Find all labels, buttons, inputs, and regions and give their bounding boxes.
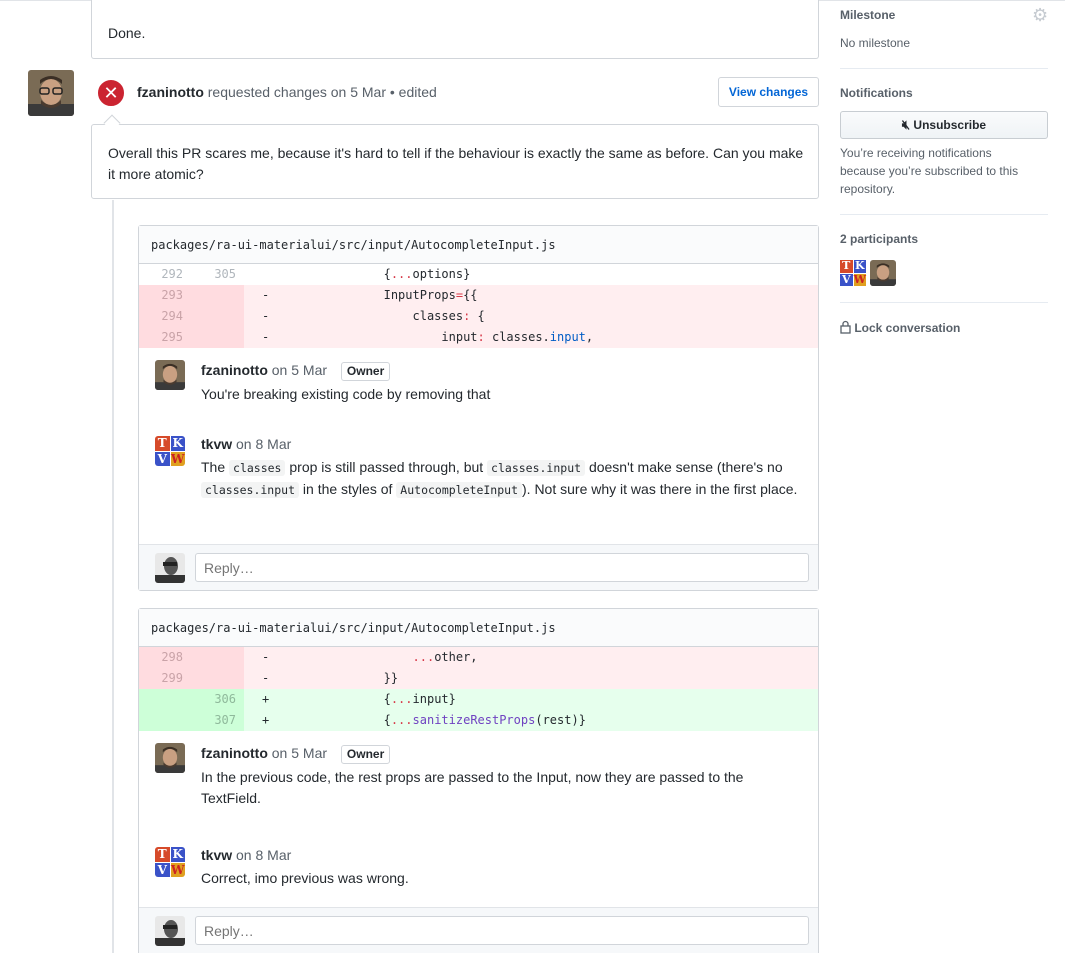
participants-title: 2 participants	[840, 232, 919, 246]
participant-avatar-tkvw[interactable]: TKVW	[840, 260, 866, 286]
lock-conversation-link[interactable]: Lock conversation	[840, 320, 960, 335]
view-changes-button[interactable]: View changes	[718, 77, 819, 107]
reply-bar	[139, 907, 818, 953]
notifications-text: You’re receiving notifications because y…	[840, 146, 1019, 196]
review-author[interactable]: fzaninotto	[137, 84, 204, 100]
diff-table: 292 305 {...options} 293- InputProps={{ 2…	[139, 264, 818, 348]
notifications-title: Notifications	[840, 86, 913, 100]
inline-comment: fzaninotto on 5 Mar Owner In the previou…	[139, 743, 818, 845]
milestone-title: Milestone	[840, 8, 896, 22]
avatar-fzaninotto[interactable]	[155, 360, 185, 390]
sidebar-divider	[840, 214, 1048, 215]
avatar-tkvw[interactable]: TKVW	[155, 436, 185, 466]
sidebar-divider	[840, 302, 1048, 303]
avatar-tkvw[interactable]: TKVW	[155, 847, 185, 877]
diff-row: 292 305 {...options}	[139, 264, 818, 285]
unsubscribe-button[interactable]: 🔇︎ Unsubscribe	[840, 111, 1048, 139]
reply-input[interactable]	[195, 553, 809, 582]
file-path[interactable]: packages/ra-ui-materialui/src/input/Auto…	[139, 609, 818, 647]
inline-comment: TKVW tkvw on 8 Mar Correct, imo previous…	[139, 845, 818, 915]
diff-code: {...options}	[268, 267, 471, 281]
review-file-2: packages/ra-ui-materialui/src/input/Auto…	[138, 608, 819, 953]
diff-row: 294- classes: {	[139, 306, 818, 327]
diff-row: 307 + {...sanitizeRestProps(rest)}	[139, 710, 818, 731]
diff-row: 298- ...other,	[139, 647, 818, 668]
sidebar-divider	[840, 68, 1048, 69]
inline-comment: fzaninotto on 5 Mar Owner You're breakin…	[139, 360, 818, 434]
diff-code: InputProps={{	[268, 288, 478, 302]
inline-comment: TKVW tkvw on 8 Mar The classes prop is s…	[139, 434, 818, 541]
reply-input[interactable]	[195, 916, 809, 945]
diff-row: 299- }}	[139, 668, 818, 689]
review-file-1: packages/ra-ui-materialui/src/input/Auto…	[138, 225, 819, 591]
comment-author[interactable]: tkvw	[201, 847, 232, 863]
diff-row: 293- InputProps={{	[139, 285, 818, 306]
timeline-line	[112, 200, 114, 953]
comment-body: Correct, imo previous was wrong.	[201, 870, 409, 886]
diff-row: 295- input: classes.input,	[139, 327, 818, 348]
diff-code: classes: {	[268, 309, 485, 323]
previous-comment-text: Done.	[108, 25, 146, 41]
comment-body: In the previous code, the rest props are…	[201, 769, 744, 806]
x-icon: ✕	[96, 78, 126, 108]
comment-date[interactable]: on 5 Mar	[272, 745, 327, 761]
comment-body: You're breaking existing code by removin…	[201, 386, 491, 402]
diff-row: 306 + {...input}	[139, 689, 818, 710]
diff-table: 298- ...other, 299- }} 306 + {...input} 3…	[139, 647, 818, 731]
avatar-current-user	[155, 916, 185, 946]
diff-code: {...sanitizeRestProps(rest)}	[268, 713, 586, 727]
diff-code: {...input}	[268, 692, 456, 706]
review-header: fzaninotto requested changes on 5 Mar • …	[137, 84, 437, 100]
milestone-value: No milestone	[840, 36, 911, 50]
avatar-fzaninotto[interactable]	[155, 743, 185, 773]
participant-avatar-fzaninotto[interactable]	[870, 260, 896, 286]
owner-badge: Owner	[340, 745, 391, 764]
file-path[interactable]: packages/ra-ui-materialui/src/input/Auto…	[139, 226, 818, 264]
avatar-fzaninotto[interactable]	[28, 70, 74, 116]
previous-comment: Done.	[91, 0, 819, 59]
owner-badge: Owner	[340, 362, 391, 381]
comment-date[interactable]: on 8 Mar	[236, 436, 291, 452]
comment-author[interactable]: fzaninotto	[201, 745, 268, 761]
comment-author[interactable]: fzaninotto	[201, 362, 268, 378]
reply-bar	[139, 544, 818, 590]
gear-icon[interactable]: ⚙	[1032, 6, 1048, 24]
diff-code: }}	[268, 671, 399, 685]
review-body: Overall this PR scares me, because it's …	[91, 124, 819, 199]
comment-body: The classes prop is still passed through…	[201, 459, 798, 498]
comment-date[interactable]: on 5 Mar	[272, 362, 327, 378]
lock-icon	[840, 320, 851, 334]
mute-icon: 🔇︎	[901, 117, 911, 132]
comment-author[interactable]: tkvw	[201, 436, 232, 452]
review-action: requested changes on 5 Mar • edited	[207, 84, 437, 100]
diff-code: ...other,	[412, 650, 478, 664]
review-body-text: Overall this PR scares me, because it's …	[108, 145, 804, 182]
comment-date[interactable]: on 8 Mar	[236, 847, 291, 863]
diff-code: input: classes.input,	[268, 330, 594, 344]
avatar-current-user	[155, 553, 185, 583]
